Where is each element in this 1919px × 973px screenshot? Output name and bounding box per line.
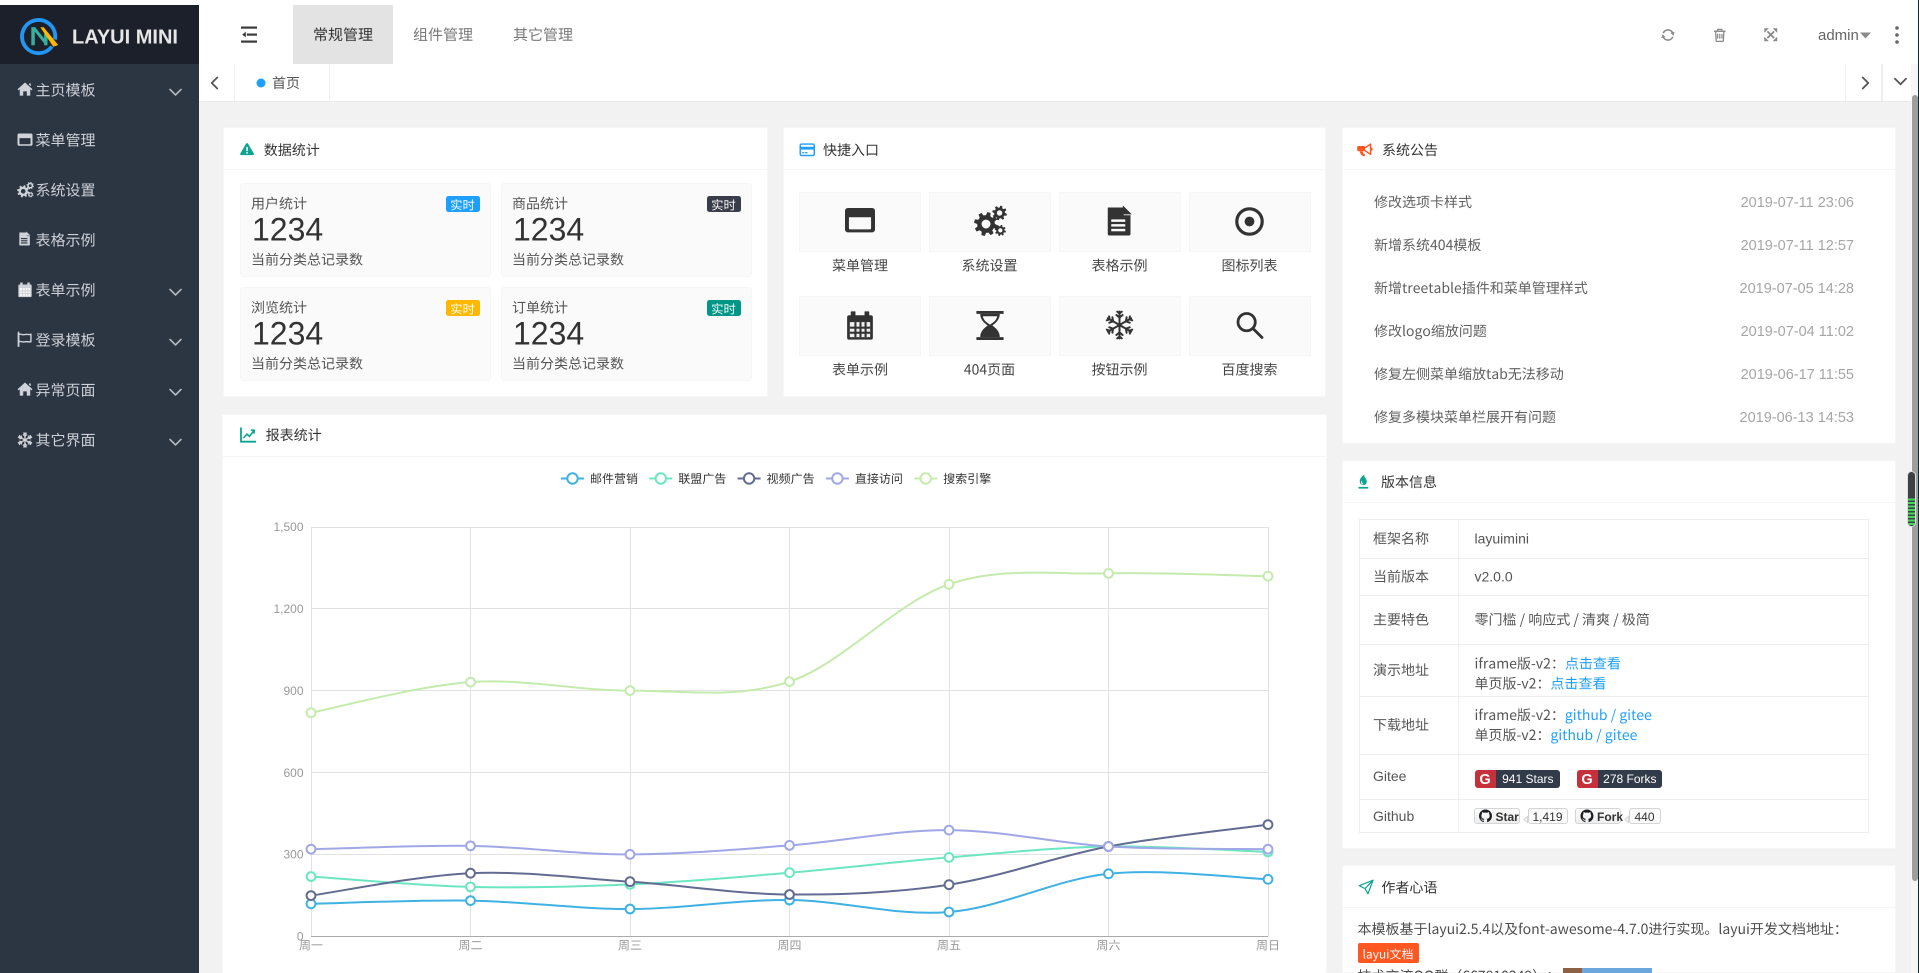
svg-text:2019-06-17 11:55: 2019-06-17 11:55 xyxy=(1741,367,1854,383)
svg-text:Star: Star xyxy=(1496,810,1520,824)
svg-text:1,200: 1,200 xyxy=(273,602,303,616)
svg-text:941 Stars: 941 Stars xyxy=(1502,772,1553,786)
svg-text:Fork: Fork xyxy=(1597,810,1623,824)
svg-text:admin: admin xyxy=(1818,27,1859,44)
svg-text:2019-07-11 12:57: 2019-07-11 12:57 xyxy=(1741,238,1854,254)
svg-text:Github: Github xyxy=(1373,808,1414,824)
svg-text:300: 300 xyxy=(283,848,303,862)
svg-text:2019-07-04 11:02: 2019-07-04 11:02 xyxy=(1741,324,1854,340)
svg-text:900: 900 xyxy=(283,684,303,698)
svg-text:2019-07-11 23:06: 2019-07-11 23:06 xyxy=(1741,195,1854,211)
svg-text:278 Forks: 278 Forks xyxy=(1603,772,1656,786)
svg-text:LAYUI MINI: LAYUI MINI xyxy=(72,27,178,49)
svg-text:1,500: 1,500 xyxy=(273,520,303,534)
svg-text:v2.0.0: v2.0.0 xyxy=(1475,569,1513,585)
svg-text:1234: 1234 xyxy=(513,212,584,248)
svg-text:1234: 1234 xyxy=(252,316,323,352)
svg-text:600: 600 xyxy=(283,766,303,780)
svg-text:1234: 1234 xyxy=(513,316,584,352)
svg-text:layuimini: layuimini xyxy=(1475,531,1529,547)
svg-text:1,419: 1,419 xyxy=(1532,810,1562,824)
svg-text:Gitee: Gitee xyxy=(1373,768,1407,784)
svg-text:G: G xyxy=(1581,772,1592,788)
svg-text:2019-07-05 14:28: 2019-07-05 14:28 xyxy=(1740,281,1855,297)
svg-text:0: 0 xyxy=(297,930,304,944)
svg-text:2019-06-13 14:53: 2019-06-13 14:53 xyxy=(1740,410,1855,426)
svg-text:G: G xyxy=(1479,772,1490,788)
svg-text:1234: 1234 xyxy=(252,212,323,248)
svg-text:440: 440 xyxy=(1634,810,1654,824)
